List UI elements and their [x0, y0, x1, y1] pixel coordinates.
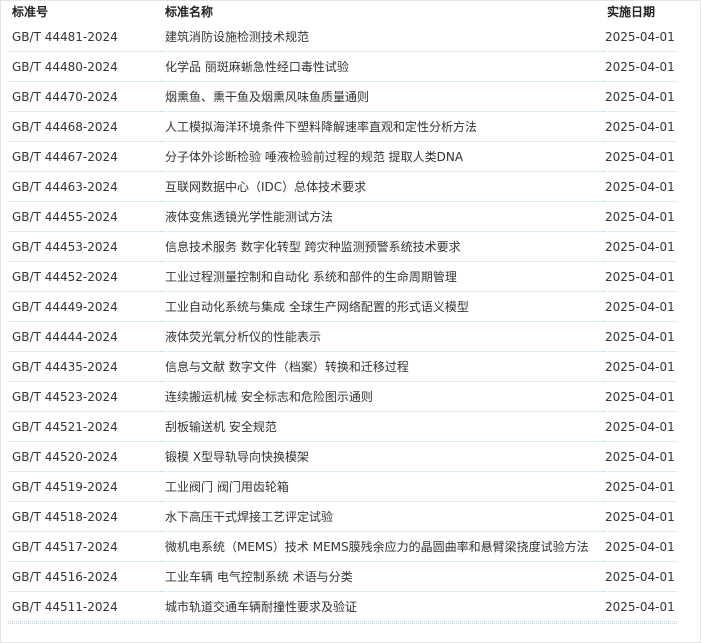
table-row: GB/T 44518-2024 水下高压干式焊接工艺评定试验 2025-04-01	[8, 501, 677, 532]
effective-date: 2025-04-01	[603, 381, 677, 412]
standard-number[interactable]: GB/T 44523-2024	[8, 381, 161, 412]
standard-number[interactable]: GB/T 44481-2024	[8, 22, 161, 52]
header-standard-name: 标准名称	[165, 4, 214, 19]
table-row: GB/T 44444-2024 液体荧光氧分析仪的性能表示 2025-04-01	[8, 321, 677, 352]
table-row: GB/T 44511-2024 城市轨道交通车辆耐撞性要求及验证 2025-04-0…	[8, 591, 677, 622]
standard-number[interactable]: GB/T 44470-2024	[8, 81, 161, 112]
standard-name[interactable]: 分子体外诊断检验 唾液检验前过程的规范 提取人类DNA	[161, 141, 603, 172]
standard-number[interactable]: GB/T 44463-2024	[8, 171, 161, 202]
standard-name[interactable]: 互联网数据中心（IDC）总体技术要求	[161, 171, 603, 202]
standard-name[interactable]: 微机电系统（MEMS）技术 MEMS膜残余应力的晶圆曲率和悬臂梁挠度试验方法	[161, 531, 603, 562]
table-row: GB/T 44517-2024 微机电系统（MEMS）技术 MEMS膜残余应力的晶…	[8, 531, 677, 562]
table-row: GB/T 44467-2024 分子体外诊断检验 唾液检验前过程的规范 提取人类D…	[8, 141, 677, 172]
standard-name[interactable]: 烟熏鱼、熏干鱼及烟熏风味鱼质量通则	[161, 81, 603, 112]
table-bottom-border	[8, 622, 677, 624]
effective-date: 2025-04-01	[603, 321, 677, 352]
standard-name[interactable]: 工业自动化系统与集成 全球生产网络配置的形式语义模型	[161, 291, 603, 322]
effective-date: 2025-04-01	[603, 81, 677, 112]
standard-name[interactable]: 信息与文献 数字文件（档案）转换和迁移过程	[161, 351, 603, 382]
standard-number[interactable]: GB/T 44520-2024	[8, 441, 161, 472]
table-row: GB/T 44449-2024 工业自动化系统与集成 全球生产网络配置的形式语义模…	[8, 291, 677, 322]
standard-number[interactable]: GB/T 44480-2024	[8, 51, 161, 82]
header-standard-no: 标准号	[12, 4, 49, 19]
table-row: GB/T 44470-2024 烟熏鱼、熏干鱼及烟熏风味鱼质量通则 2025-04-…	[8, 81, 677, 112]
standard-name[interactable]: 水下高压干式焊接工艺评定试验	[161, 501, 603, 532]
table-row: GB/T 44453-2024 信息技术服务 数字化转型 跨灾种监测预警系统技术要…	[8, 231, 677, 262]
table-row: GB/T 44523-2024 连续搬运机械 安全标志和危险图示通则 2025-04…	[8, 381, 677, 412]
effective-date: 2025-04-01	[603, 201, 677, 232]
standard-number[interactable]: GB/T 44519-2024	[8, 471, 161, 502]
table-row: GB/T 44468-2024 人工模拟海洋环境条件下塑料降解速率直观和定性分析方…	[8, 111, 677, 142]
effective-date: 2025-04-01	[603, 141, 677, 172]
effective-date: 2025-04-01	[603, 111, 677, 142]
standard-number[interactable]: GB/T 44452-2024	[8, 261, 161, 292]
effective-date: 2025-04-01	[603, 22, 677, 52]
effective-date: 2025-04-01	[603, 561, 677, 592]
standard-number[interactable]: GB/T 44455-2024	[8, 201, 161, 232]
header-row: 标准号 标准名称 实施日期	[8, 0, 677, 22]
effective-date: 2025-04-01	[603, 51, 677, 82]
table-row: GB/T 44455-2024 液体变焦透镜光学性能测试方法 2025-04-01	[8, 201, 677, 232]
table-row: GB/T 44463-2024 互联网数据中心（IDC）总体技术要求 2025-04…	[8, 171, 677, 202]
effective-date: 2025-04-01	[603, 411, 677, 442]
standards-table: 标准号 标准名称 实施日期 GB/T 44481-2024 建筑消防设施检测技术规…	[8, 0, 677, 622]
standard-name[interactable]: 工业车辆 电气控制系统 术语与分类	[161, 561, 603, 592]
standard-name[interactable]: 人工模拟海洋环境条件下塑料降解速率直观和定性分析方法	[161, 111, 603, 142]
effective-date: 2025-04-01	[603, 291, 677, 322]
standard-name[interactable]: 城市轨道交通车辆耐撞性要求及验证	[161, 591, 603, 622]
table-header: 标准号 标准名称 实施日期	[8, 0, 677, 22]
standard-number[interactable]: GB/T 44468-2024	[8, 111, 161, 142]
standard-name[interactable]: 液体荧光氧分析仪的性能表示	[161, 321, 603, 352]
effective-date: 2025-04-01	[603, 441, 677, 472]
header-effective-date: 实施日期	[607, 4, 656, 19]
effective-date: 2025-04-01	[603, 351, 677, 382]
standard-number[interactable]: GB/T 44453-2024	[8, 231, 161, 262]
effective-date: 2025-04-01	[603, 501, 677, 532]
table-row: GB/T 44516-2024 工业车辆 电气控制系统 术语与分类 2025-04-…	[8, 561, 677, 592]
standard-name[interactable]: 工业过程测量控制和自动化 系统和部件的生命周期管理	[161, 261, 603, 292]
effective-date: 2025-04-01	[603, 261, 677, 292]
standard-number[interactable]: GB/T 44435-2024	[8, 351, 161, 382]
standard-number[interactable]: GB/T 44449-2024	[8, 291, 161, 322]
standard-number[interactable]: GB/T 44516-2024	[8, 561, 161, 592]
standard-name[interactable]: 化学品 丽斑麻蜥急性经口毒性试验	[161, 51, 603, 82]
table-body: GB/T 44481-2024 建筑消防设施检测技术规范 2025-04-01 GB/…	[8, 22, 677, 622]
standard-number[interactable]: GB/T 44517-2024	[8, 531, 161, 562]
effective-date: 2025-04-01	[603, 591, 677, 622]
effective-date: 2025-04-01	[603, 171, 677, 202]
table-row: GB/T 44452-2024 工业过程测量控制和自动化 系统和部件的生命周期管理…	[8, 261, 677, 292]
effective-date: 2025-04-01	[603, 531, 677, 562]
standard-number[interactable]: GB/T 44518-2024	[8, 501, 161, 532]
table-row: GB/T 44521-2024 刮板输送机 安全规范 2025-04-01	[8, 411, 677, 442]
table-row: GB/T 44520-2024 锻模 X型导轨导向快换模架 2025-04-01	[8, 441, 677, 472]
effective-date: 2025-04-01	[603, 471, 677, 502]
standard-number[interactable]: GB/T 44511-2024	[8, 591, 161, 622]
table-row: GB/T 44519-2024 工业阀门 阀门用齿轮箱 2025-04-01	[8, 471, 677, 502]
standard-name[interactable]: 连续搬运机械 安全标志和危险图示通则	[161, 381, 603, 412]
standard-number[interactable]: GB/T 44467-2024	[8, 141, 161, 172]
standard-number[interactable]: GB/T 44444-2024	[8, 321, 161, 352]
standard-name[interactable]: 建筑消防设施检测技术规范	[161, 22, 603, 52]
table-row: GB/T 44435-2024 信息与文献 数字文件（档案）转换和迁移过程 2025…	[8, 351, 677, 382]
standard-number[interactable]: GB/T 44521-2024	[8, 411, 161, 442]
standard-name[interactable]: 刮板输送机 安全规范	[161, 411, 603, 442]
standard-name[interactable]: 工业阀门 阀门用齿轮箱	[161, 471, 603, 502]
table-row: GB/T 44480-2024 化学品 丽斑麻蜥急性经口毒性试验 2025-04-0…	[8, 51, 677, 82]
standard-name[interactable]: 液体变焦透镜光学性能测试方法	[161, 201, 603, 232]
effective-date: 2025-04-01	[603, 231, 677, 262]
standard-name[interactable]: 锻模 X型导轨导向快换模架	[161, 441, 603, 472]
table-row: GB/T 44481-2024 建筑消防设施检测技术规范 2025-04-01	[8, 22, 677, 52]
standard-name[interactable]: 信息技术服务 数字化转型 跨灾种监测预警系统技术要求	[161, 231, 603, 262]
